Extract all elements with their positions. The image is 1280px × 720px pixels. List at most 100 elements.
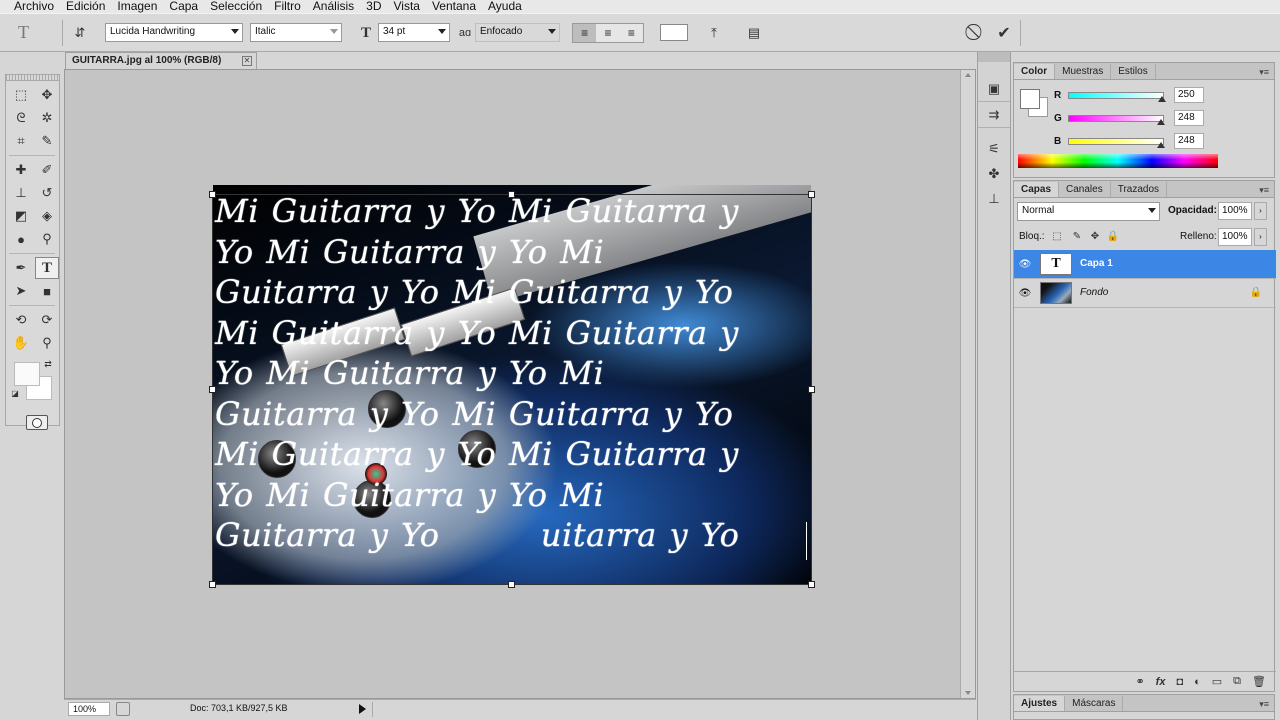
path-selection-tool-icon[interactable]: ➤ [9, 280, 33, 302]
menu-ventana[interactable]: Ventana [426, 0, 482, 13]
tab-estilos[interactable]: Estilos [1111, 64, 1156, 79]
tab-canales[interactable]: Canales [1059, 182, 1111, 197]
horizontal-scrollbar[interactable] [372, 702, 962, 717]
tab-mascaras[interactable]: Máscaras [1065, 696, 1124, 711]
bbox-handle[interactable] [209, 191, 216, 198]
lasso-tool-icon[interactable]: ᘓ [9, 107, 33, 129]
menu-filtro[interactable]: Filtro [268, 0, 307, 13]
new-layer-icon[interactable]: ⧉ [1233, 675, 1241, 688]
lock-position-icon[interactable]: ✥ [1088, 229, 1102, 243]
tab-muestras[interactable]: Muestras [1055, 64, 1112, 79]
menu-vista[interactable]: Vista [388, 0, 426, 13]
eraser-tool-icon[interactable]: ◩ [9, 205, 33, 227]
tab-color[interactable]: Color [1014, 64, 1056, 79]
antialias-select[interactable]: Enfocado [475, 23, 560, 42]
opacity-arrow-icon[interactable]: › [1254, 202, 1267, 220]
tab-trazados[interactable]: Trazados [1111, 182, 1168, 197]
cancel-icon[interactable]: ⃠ [966, 23, 988, 43]
scroll-down-icon[interactable] [965, 691, 971, 695]
panel-menu-icon[interactable]: ▾≡ [1259, 67, 1269, 78]
tab-ajustes[interactable]: Ajustes [1014, 696, 1066, 711]
lock-pixels-icon[interactable]: ✎ [1070, 229, 1084, 243]
quick-mask-button[interactable] [26, 415, 48, 430]
tab-capas[interactable]: Capas [1014, 182, 1060, 197]
magic-wand-tool-icon[interactable]: ✲ [35, 107, 59, 129]
brushes-panel-icon[interactable]: ✤ [978, 163, 1010, 185]
paint-bucket-tool-icon[interactable]: ◈ [35, 205, 59, 227]
red-slider-thumb[interactable] [1158, 96, 1166, 102]
blur-tool-icon[interactable]: ● [9, 228, 33, 250]
blend-mode-select[interactable]: Normal [1017, 202, 1160, 221]
font-size-select[interactable]: 34 pt [378, 23, 450, 42]
warp-text-icon[interactable]: ⤒ [703, 23, 725, 43]
green-value-input[interactable]: 248 [1174, 110, 1204, 126]
history-panel-icon[interactable]: ▣ [978, 80, 1010, 102]
green-slider-thumb[interactable] [1157, 119, 1165, 125]
brush-tool-icon[interactable]: ✐ [35, 159, 59, 181]
text-orientation-icon[interactable]: ⇵ [70, 23, 90, 43]
bbox-handle[interactable] [808, 581, 815, 588]
actions-panel-icon[interactable]: ⇉ [978, 106, 1010, 128]
menu-seleccion[interactable]: Selección [204, 0, 268, 13]
menu-imagen[interactable]: Imagen [111, 0, 163, 13]
new-group-icon[interactable]: ▭ [1212, 675, 1222, 688]
dodge-tool-icon[interactable]: ⚲ [35, 228, 59, 250]
visibility-eye-icon[interactable]: 👁 [1018, 258, 1032, 270]
3d-rotate-tool-icon[interactable]: ⟲ [9, 309, 33, 331]
text-tool-preset-icon[interactable]: T [18, 22, 44, 44]
blue-slider[interactable] [1068, 137, 1164, 145]
marquee-tool-icon[interactable]: ⬚ [9, 84, 33, 106]
text-color-swatch[interactable] [660, 24, 688, 41]
zoom-tool-icon[interactable]: ⚲ [35, 332, 59, 354]
bbox-handle[interactable] [808, 191, 815, 198]
document-image[interactable]: Mi Guitarra y Yo Mi Guitarra y Yo Mi Gui… [213, 185, 811, 584]
swap-colors-icon[interactable]: ⇄ [42, 358, 54, 370]
bbox-handle[interactable] [209, 386, 216, 393]
panel-menu-icon[interactable]: ▾≡ [1259, 699, 1269, 710]
layer-style-fx-icon[interactable]: fx [1156, 676, 1166, 688]
panel-menu-icon[interactable]: ▾≡ [1259, 185, 1269, 196]
layer-row[interactable]: 👁 T Capa 1 [1014, 250, 1276, 279]
layer-name[interactable]: Fondo [1080, 287, 1108, 298]
menu-archivo[interactable]: Archivo [8, 0, 60, 13]
text-layer-content[interactable]: Mi Guitarra y Yo Mi Guitarra y Yo Mi Gui… [215, 191, 811, 556]
hand-tool-icon[interactable]: ✋ [9, 332, 33, 354]
close-icon[interactable]: ✕ [242, 56, 252, 66]
align-left-button[interactable]: ≡ [573, 24, 597, 42]
menu-capa[interactable]: Capa [163, 0, 204, 13]
lock-transparency-icon[interactable]: ⬚ [1050, 229, 1064, 243]
status-menu-arrow-icon[interactable] [359, 704, 366, 714]
font-style-select[interactable]: Italic [250, 23, 342, 42]
layer-name[interactable]: Capa 1 [1080, 258, 1113, 269]
menu-analisis[interactable]: Análisis [307, 0, 360, 13]
clone-source-panel-icon[interactable]: ⊥ [978, 188, 1010, 210]
blue-slider-thumb[interactable] [1157, 142, 1165, 148]
opacity-input[interactable]: 100% [1218, 202, 1252, 220]
clone-stamp-tool-icon[interactable]: ⊥ [9, 182, 33, 204]
foreground-color-swatch[interactable] [14, 362, 40, 386]
bbox-handle[interactable] [508, 191, 515, 198]
fill-arrow-icon[interactable]: › [1254, 228, 1267, 246]
move-tool-icon[interactable]: ✥ [35, 84, 59, 106]
font-family-select[interactable]: Lucida Handwriting [105, 23, 243, 42]
delete-layer-icon[interactable]: 🗑 [1252, 675, 1266, 688]
default-colors-icon[interactable]: ◪ [10, 388, 20, 398]
commit-check-icon[interactable]: ✔ [993, 23, 1015, 43]
menu-edicion[interactable]: Edición [60, 0, 111, 13]
status-info-icon[interactable] [116, 702, 130, 716]
lock-all-icon[interactable]: 🔒 [1106, 229, 1120, 243]
blue-value-input[interactable]: 248 [1174, 133, 1204, 149]
red-slider[interactable] [1068, 91, 1164, 99]
color-spectrum-ramp[interactable] [1018, 154, 1218, 168]
crop-tool-icon[interactable]: ⌗ [9, 130, 33, 152]
visibility-eye-icon[interactable]: 👁 [1018, 287, 1032, 299]
layer-row[interactable]: 👁 Fondo 🔒 [1014, 279, 1276, 308]
bbox-handle[interactable] [209, 581, 216, 588]
adjustment-layer-icon[interactable]: ◐ [1194, 676, 1201, 688]
menu-3d[interactable]: 3D [360, 0, 387, 13]
bbox-handle[interactable] [808, 386, 815, 393]
bbox-handle[interactable] [508, 581, 515, 588]
adjustments-panel-icon[interactable]: ⚟ [978, 138, 1010, 160]
healing-brush-tool-icon[interactable]: ✚ [9, 159, 33, 181]
link-layers-icon[interactable]: ⚭ [1135, 675, 1144, 688]
